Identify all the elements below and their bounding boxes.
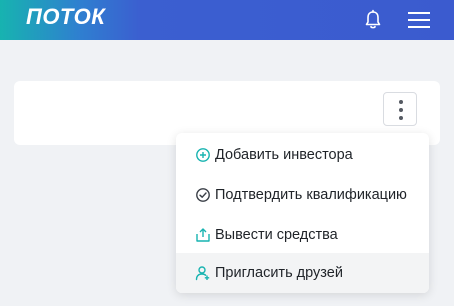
menu-item-label: Пригласить друзей <box>215 265 343 281</box>
menu-item-confirm-qualification[interactable]: Подтвердить квалификацию <box>176 175 429 215</box>
menu-item-label: Добавить инвестора <box>215 147 353 163</box>
top-header: ПОТОК <box>0 0 454 40</box>
check-circle-icon <box>196 188 210 202</box>
more-options-button[interactable] <box>383 92 417 126</box>
withdraw-icon <box>196 228 210 242</box>
invite-user-icon <box>195 266 210 281</box>
menu-item-add-investor[interactable]: Добавить инвестора <box>176 135 429 175</box>
hamburger-menu-icon[interactable] <box>408 11 430 29</box>
vertical-dots-icon <box>399 108 403 112</box>
menu-item-invite-friends[interactable]: Пригласить друзей <box>176 253 429 293</box>
logo[interactable]: ПОТОК <box>26 4 105 30</box>
menu-item-withdraw-funds[interactable]: Вывести средства <box>176 215 429 255</box>
menu-item-label: Вывести средства <box>215 227 338 243</box>
plus-circle-icon <box>196 148 210 162</box>
actions-dropdown-menu: Добавить инвестора Подтвердить квалифика… <box>176 133 429 293</box>
bell-icon[interactable] <box>362 9 384 31</box>
vertical-dots-icon <box>399 116 403 120</box>
menu-item-label: Подтвердить квалификацию <box>215 187 407 203</box>
vertical-dots-icon <box>399 100 403 104</box>
